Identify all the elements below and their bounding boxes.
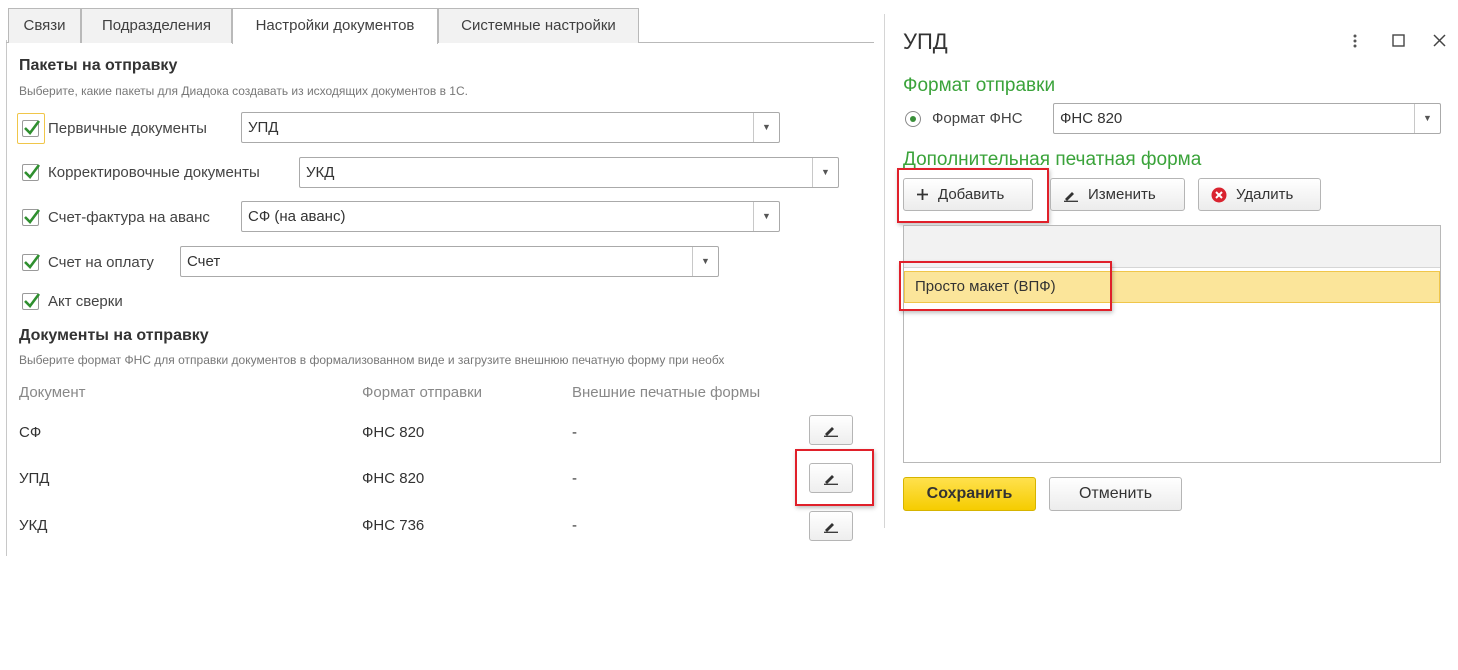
column-external-forms: Внешние печатные формы <box>572 384 761 401</box>
payment-invoice-value: Счет <box>187 253 221 270</box>
dropdown-arrow-icon[interactable]: ▼ <box>692 247 718 276</box>
payment-invoice-select[interactable]: Счет ▼ <box>180 246 719 277</box>
tab-links[interactable]: Связи <box>8 8 81 43</box>
reconciliation-label: Акт сверки <box>48 292 123 310</box>
documents-hint: Выберите формат ФНС для отправки докумен… <box>19 353 725 367</box>
primary-docs-select[interactable]: УПД ▼ <box>241 112 780 143</box>
edit-button[interactable] <box>809 511 853 541</box>
payment-invoice-checkbox[interactable] <box>22 253 41 271</box>
delete-button[interactable]: Удалить <box>1198 178 1321 211</box>
document-forms: - <box>572 424 577 441</box>
dropdown-arrow-icon[interactable]: ▼ <box>753 202 779 231</box>
correction-docs-select[interactable]: УКД ▼ <box>299 157 839 188</box>
pencil-icon <box>1063 188 1079 202</box>
edit-print-form-label: Изменить <box>1088 186 1156 203</box>
packages-section-title: Пакеты на отправку <box>19 57 178 74</box>
document-format: ФНС 736 <box>362 517 425 534</box>
document-forms: - <box>572 470 577 487</box>
panel-border <box>6 40 7 556</box>
document-name: УКД <box>19 517 48 534</box>
highlight-frame <box>897 168 1049 223</box>
package-row-correction: Корректировочные документы <box>22 155 260 189</box>
dropdown-arrow-icon[interactable]: ▼ <box>753 113 779 142</box>
pencil-icon <box>824 427 838 437</box>
pencil-icon <box>824 523 838 533</box>
maximize-icon[interactable] <box>1392 34 1405 52</box>
payment-invoice-label: Счет на оплату <box>48 253 154 271</box>
documents-section-title: Документы на отправку <box>19 327 209 344</box>
document-name: УПД <box>19 470 50 487</box>
correction-docs-checkbox[interactable] <box>22 163 41 181</box>
package-row-advance-invoice: Счет-фактура на аванс <box>22 200 210 234</box>
primary-docs-label: Первичные документы <box>48 119 207 137</box>
edit-print-form-button[interactable]: Изменить <box>1050 178 1185 211</box>
correction-docs-label: Корректировочные документы <box>48 163 260 181</box>
document-format: ФНС 820 <box>362 470 425 487</box>
close-icon[interactable] <box>1432 33 1447 53</box>
column-send-format: Формат отправки <box>362 384 483 401</box>
panel-divider <box>884 14 885 528</box>
fns-format-value: ФНС 820 <box>1060 110 1123 127</box>
delete-button-label: Удалить <box>1236 186 1294 203</box>
fns-format-select[interactable]: ФНС 820 ▼ <box>1053 103 1441 134</box>
dropdown-arrow-icon[interactable]: ▼ <box>812 158 838 187</box>
advance-invoice-value: СФ (на аванс) <box>248 208 346 225</box>
advance-invoice-select[interactable]: СФ (на аванс) ▼ <box>241 201 780 232</box>
dropdown-arrow-icon[interactable]: ▼ <box>1414 104 1440 133</box>
reconciliation-checkbox[interactable] <box>22 292 41 310</box>
document-name: СФ <box>19 424 42 441</box>
package-row-payment-invoice: Счет на оплату <box>22 245 154 279</box>
correction-docs-value: УКД <box>306 164 335 181</box>
edit-button[interactable] <box>809 415 853 445</box>
package-row-reconciliation: Акт сверки <box>22 284 123 318</box>
package-row-primary: Первичные документы <box>22 111 207 145</box>
fns-format-radio[interactable] <box>905 111 921 127</box>
advance-invoice-label: Счет-фактура на аванс <box>48 208 210 226</box>
advance-invoice-checkbox[interactable] <box>22 208 41 226</box>
dialog-title: УПД <box>903 29 948 54</box>
document-forms: - <box>572 517 577 534</box>
highlight-frame <box>899 261 1112 311</box>
format-section-title: Формат отправки <box>903 75 1056 96</box>
more-icon[interactable] <box>1352 33 1358 54</box>
tab-departments[interactable]: Подразделения <box>81 8 232 43</box>
delete-icon <box>1211 187 1227 203</box>
cancel-button[interactable]: Отменить <box>1049 477 1182 511</box>
column-document: Документ <box>19 384 86 401</box>
document-format: ФНС 820 <box>362 424 425 441</box>
primary-docs-checkbox[interactable] <box>22 119 41 137</box>
tab-document-settings[interactable]: Настройки документов <box>232 8 438 44</box>
primary-docs-value: УПД <box>248 119 279 136</box>
highlight-frame <box>795 449 874 506</box>
save-button[interactable]: Сохранить <box>903 477 1036 511</box>
packages-hint: Выберите, какие пакеты для Диадока созда… <box>19 84 468 98</box>
tab-system-settings[interactable]: Системные настройки <box>438 8 639 43</box>
fns-format-label: Формат ФНС <box>932 110 1023 127</box>
